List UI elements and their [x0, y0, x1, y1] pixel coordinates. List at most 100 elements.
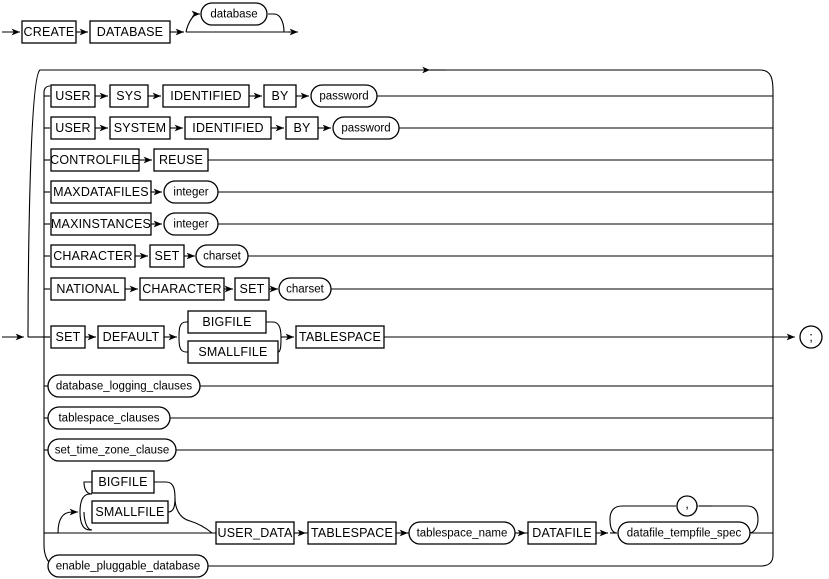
branch-set-time-zone-clause: set_time_zone_clause: [44, 438, 773, 462]
national-keyword-box[interactable]: NATIONAL: [50, 277, 126, 301]
branch-user-system: USER SYSTEM IDENTIFIED BY password: [44, 116, 773, 140]
identified-keyword-box-1[interactable]: IDENTIFIED: [162, 84, 250, 108]
password-nonterminal-label-1: password: [319, 91, 368, 103]
charset-nonterminal-label-1: charset: [203, 251, 242, 263]
default-keyword-label: DEFAULT: [103, 330, 160, 344]
tail-enable-pluggable: [208, 554, 774, 567]
branch-database-logging-clauses: database_logging_clauses: [44, 374, 773, 398]
user-keyword-label-1: USER: [55, 89, 91, 103]
tablespace-keyword-box-2[interactable]: TABLESPACE: [307, 521, 397, 545]
spine-top-curve: [43, 85, 51, 93]
branch-enable-pluggable-database: enable_pluggable_database: [43, 544, 774, 578]
set-keyword-label-1: SET: [155, 249, 180, 263]
identified-keyword-label-2: IDENTIFIED: [192, 121, 263, 135]
header-sequence: CREATE DATABASE database: [2, 2, 299, 44]
branch-controlfile-reuse: CONTROLFILE REUSE: [44, 148, 773, 172]
integer-nonterminal-oval-2[interactable]: integer: [163, 212, 219, 236]
enable-pluggable-database-label: enable_pluggable_database: [56, 561, 201, 573]
ud-choice-down-link: [83, 511, 93, 531]
by-keyword-box-1[interactable]: BY: [263, 84, 297, 108]
smallfile-keyword-label-1: SMALLFILE: [198, 345, 267, 359]
ud-choice-up-out: [154, 481, 176, 499]
controlfile-keyword-box[interactable]: CONTROLFILE: [50, 148, 140, 172]
tablespace-clauses-label: tablespace_clauses: [58, 413, 159, 425]
by-keyword-label-1: BY: [271, 89, 289, 103]
integer-nonterminal-oval-1[interactable]: integer: [163, 180, 219, 204]
by-keyword-box-2[interactable]: BY: [285, 116, 319, 140]
system-keyword-box[interactable]: SYSTEM: [109, 116, 171, 140]
set-keyword-box-3[interactable]: SET: [50, 325, 86, 349]
identified-keyword-label-1: IDENTIFIED: [170, 89, 241, 103]
bigfile-keyword-box-2[interactable]: BIGFILE: [91, 470, 155, 494]
database-keyword-label: DATABASE: [97, 25, 163, 39]
database-optional-up-rail: [185, 10, 201, 33]
character-keyword-label-2: CHARACTER: [142, 282, 222, 296]
datafile-tempfile-spec-oval[interactable]: datafile_tempfile_spec: [617, 521, 751, 545]
password-nonterminal-label-2: password: [341, 123, 390, 135]
tablespace-keyword-label-2: TABLESPACE: [311, 526, 393, 540]
tablespace-keyword-label-1: TABLESPACE: [299, 330, 381, 344]
character-keyword-label-1: CHARACTER: [53, 249, 133, 263]
national-keyword-label: NATIONAL: [56, 282, 119, 296]
charset-nonterminal-oval-1[interactable]: charset: [195, 244, 249, 268]
database-keyword-box[interactable]: DATABASE: [89, 20, 171, 44]
tablespace-keyword-box-1[interactable]: TABLESPACE: [295, 325, 385, 349]
sys-keyword-label: SYS: [116, 89, 142, 103]
datafile-tempfile-spec-label: datafile_tempfile_spec: [627, 528, 742, 540]
maxdatafiles-keyword-box[interactable]: MAXDATAFILES: [50, 180, 152, 204]
maxinstances-keyword-box[interactable]: MAXINSTANCES: [50, 212, 152, 236]
user-data-choice-riser: [57, 508, 79, 534]
reuse-keyword-label: REUSE: [159, 153, 203, 167]
choice-down-in: [178, 336, 188, 353]
branch-user-data-tablespace: BIGFILE SMALLFILE USER_DATA TABLESPACE t…: [44, 470, 773, 545]
comma-label: ,: [685, 496, 689, 511]
database-nonterminal-oval[interactable]: database: [200, 2, 268, 26]
charset-nonterminal-label-2: charset: [286, 284, 325, 296]
branch-tablespace-clauses: tablespace_clauses: [44, 406, 773, 430]
controlfile-keyword-label: CONTROLFILE: [50, 153, 140, 167]
user-keyword-box-1[interactable]: USER: [50, 84, 96, 108]
ud-choice-up-link: [83, 481, 93, 495]
set-keyword-label-3: SET: [56, 330, 81, 344]
user-data-keyword-label: USER_DATA: [218, 526, 293, 540]
set-time-zone-clause-label: set_time_zone_clause: [55, 445, 169, 457]
choice-up-in: [178, 321, 188, 338]
branch-maxinstances: MAXINSTANCES integer: [44, 212, 773, 236]
sys-keyword-box[interactable]: SYS: [109, 84, 149, 108]
character-keyword-box-1[interactable]: CHARACTER: [50, 244, 136, 268]
character-keyword-box-2[interactable]: CHARACTER: [139, 277, 225, 301]
set-keyword-label-2: SET: [240, 282, 265, 296]
tablespace-name-oval[interactable]: tablespace_name: [408, 521, 516, 545]
create-keyword-label: CREATE: [24, 25, 75, 39]
create-keyword-box[interactable]: CREATE: [21, 20, 77, 44]
statement-terminator: ;: [799, 325, 823, 349]
user-keyword-box-2[interactable]: USER: [50, 116, 96, 140]
integer-nonterminal-label-1: integer: [173, 187, 208, 199]
smallfile-keyword-box-1[interactable]: SMALLFILE: [187, 340, 279, 364]
branch-set-default-tablespace: SET DEFAULT BIGFILE SMALLFILE TABLESPACE: [44, 310, 773, 364]
bigfile-keyword-box-1[interactable]: BIGFILE: [187, 310, 267, 334]
user-data-keyword-box[interactable]: USER_DATA: [215, 521, 295, 545]
database-nonterminal-label: database: [210, 9, 257, 21]
branch-maxdatafiles: MAXDATAFILES integer: [44, 180, 773, 204]
enable-pluggable-database-oval[interactable]: enable_pluggable_database: [47, 554, 209, 578]
database-logging-clauses-oval[interactable]: database_logging_clauses: [47, 374, 201, 398]
identified-keyword-box-2[interactable]: IDENTIFIED: [184, 116, 272, 140]
set-time-zone-clause-oval[interactable]: set_time_zone_clause: [47, 438, 177, 462]
railroad-diagram: CREATE DATABASE database ; USER SYS IDEN…: [0, 0, 829, 579]
datafile-keyword-box[interactable]: DATAFILE: [527, 521, 597, 545]
set-keyword-box-1[interactable]: SET: [149, 244, 185, 268]
branch-user-sys: USER SYS IDENTIFIED BY password: [44, 84, 773, 108]
default-keyword-box[interactable]: DEFAULT: [97, 325, 165, 349]
branch-national-character-set: NATIONAL CHARACTER SET charset: [44, 277, 773, 301]
tablespace-name-label: tablespace_name: [417, 528, 508, 540]
password-nonterminal-oval-2[interactable]: password: [332, 116, 400, 140]
choice-up-out: [266, 321, 282, 338]
reuse-keyword-box[interactable]: REUSE: [153, 148, 209, 172]
smallfile-keyword-box-2[interactable]: SMALLFILE: [91, 500, 169, 524]
set-keyword-box-2[interactable]: SET: [234, 277, 270, 301]
system-keyword-label: SYSTEM: [114, 121, 167, 135]
password-nonterminal-oval-1[interactable]: password: [310, 84, 378, 108]
tablespace-clauses-oval[interactable]: tablespace_clauses: [47, 406, 171, 430]
charset-nonterminal-oval-2[interactable]: charset: [278, 277, 332, 301]
